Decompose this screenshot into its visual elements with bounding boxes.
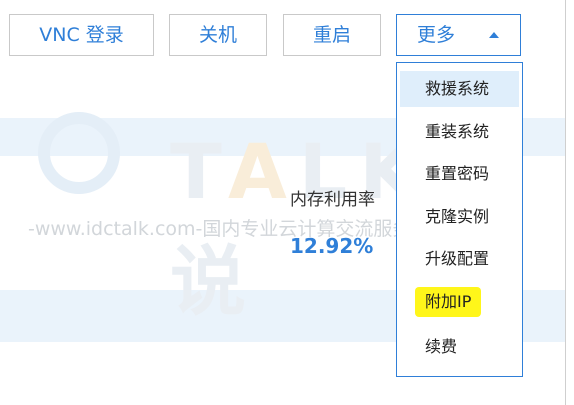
- menu-item-renew[interactable]: 续费: [397, 329, 522, 365]
- menu-item-clone-instance[interactable]: 克隆实例: [397, 199, 522, 235]
- menu-item-attach-ip[interactable]: 附加IP: [397, 284, 522, 320]
- more-label: 更多: [417, 24, 456, 46]
- attach-ip-label: 附加IP: [415, 287, 482, 317]
- menu-item-reset-password[interactable]: 重置密码: [397, 156, 522, 192]
- menu-item-upgrade-config[interactable]: 升级配置: [397, 241, 522, 277]
- vnc-login-button[interactable]: VNC 登录: [9, 14, 154, 56]
- shutdown-button[interactable]: 关机: [169, 14, 267, 56]
- caret-up-icon: [489, 32, 499, 38]
- more-menu: 救援系统 重装系统 重置密码 克隆实例 升级配置 附加IP 续费: [396, 62, 523, 377]
- memory-usage-value: 12.92%: [290, 234, 374, 258]
- watermark-url: -www.idctalk.com-国内专业云计算交流服务平台-: [28, 218, 457, 240]
- restart-button[interactable]: 重启: [283, 14, 381, 56]
- watermark-logo-icon: [38, 112, 120, 194]
- menu-item-reinstall-system[interactable]: 重装系统: [397, 114, 522, 150]
- memory-usage-label: 内存利用率: [290, 190, 375, 210]
- more-dropdown-button[interactable]: 更多: [396, 14, 521, 56]
- menu-item-rescue-system[interactable]: 救援系统: [400, 71, 519, 107]
